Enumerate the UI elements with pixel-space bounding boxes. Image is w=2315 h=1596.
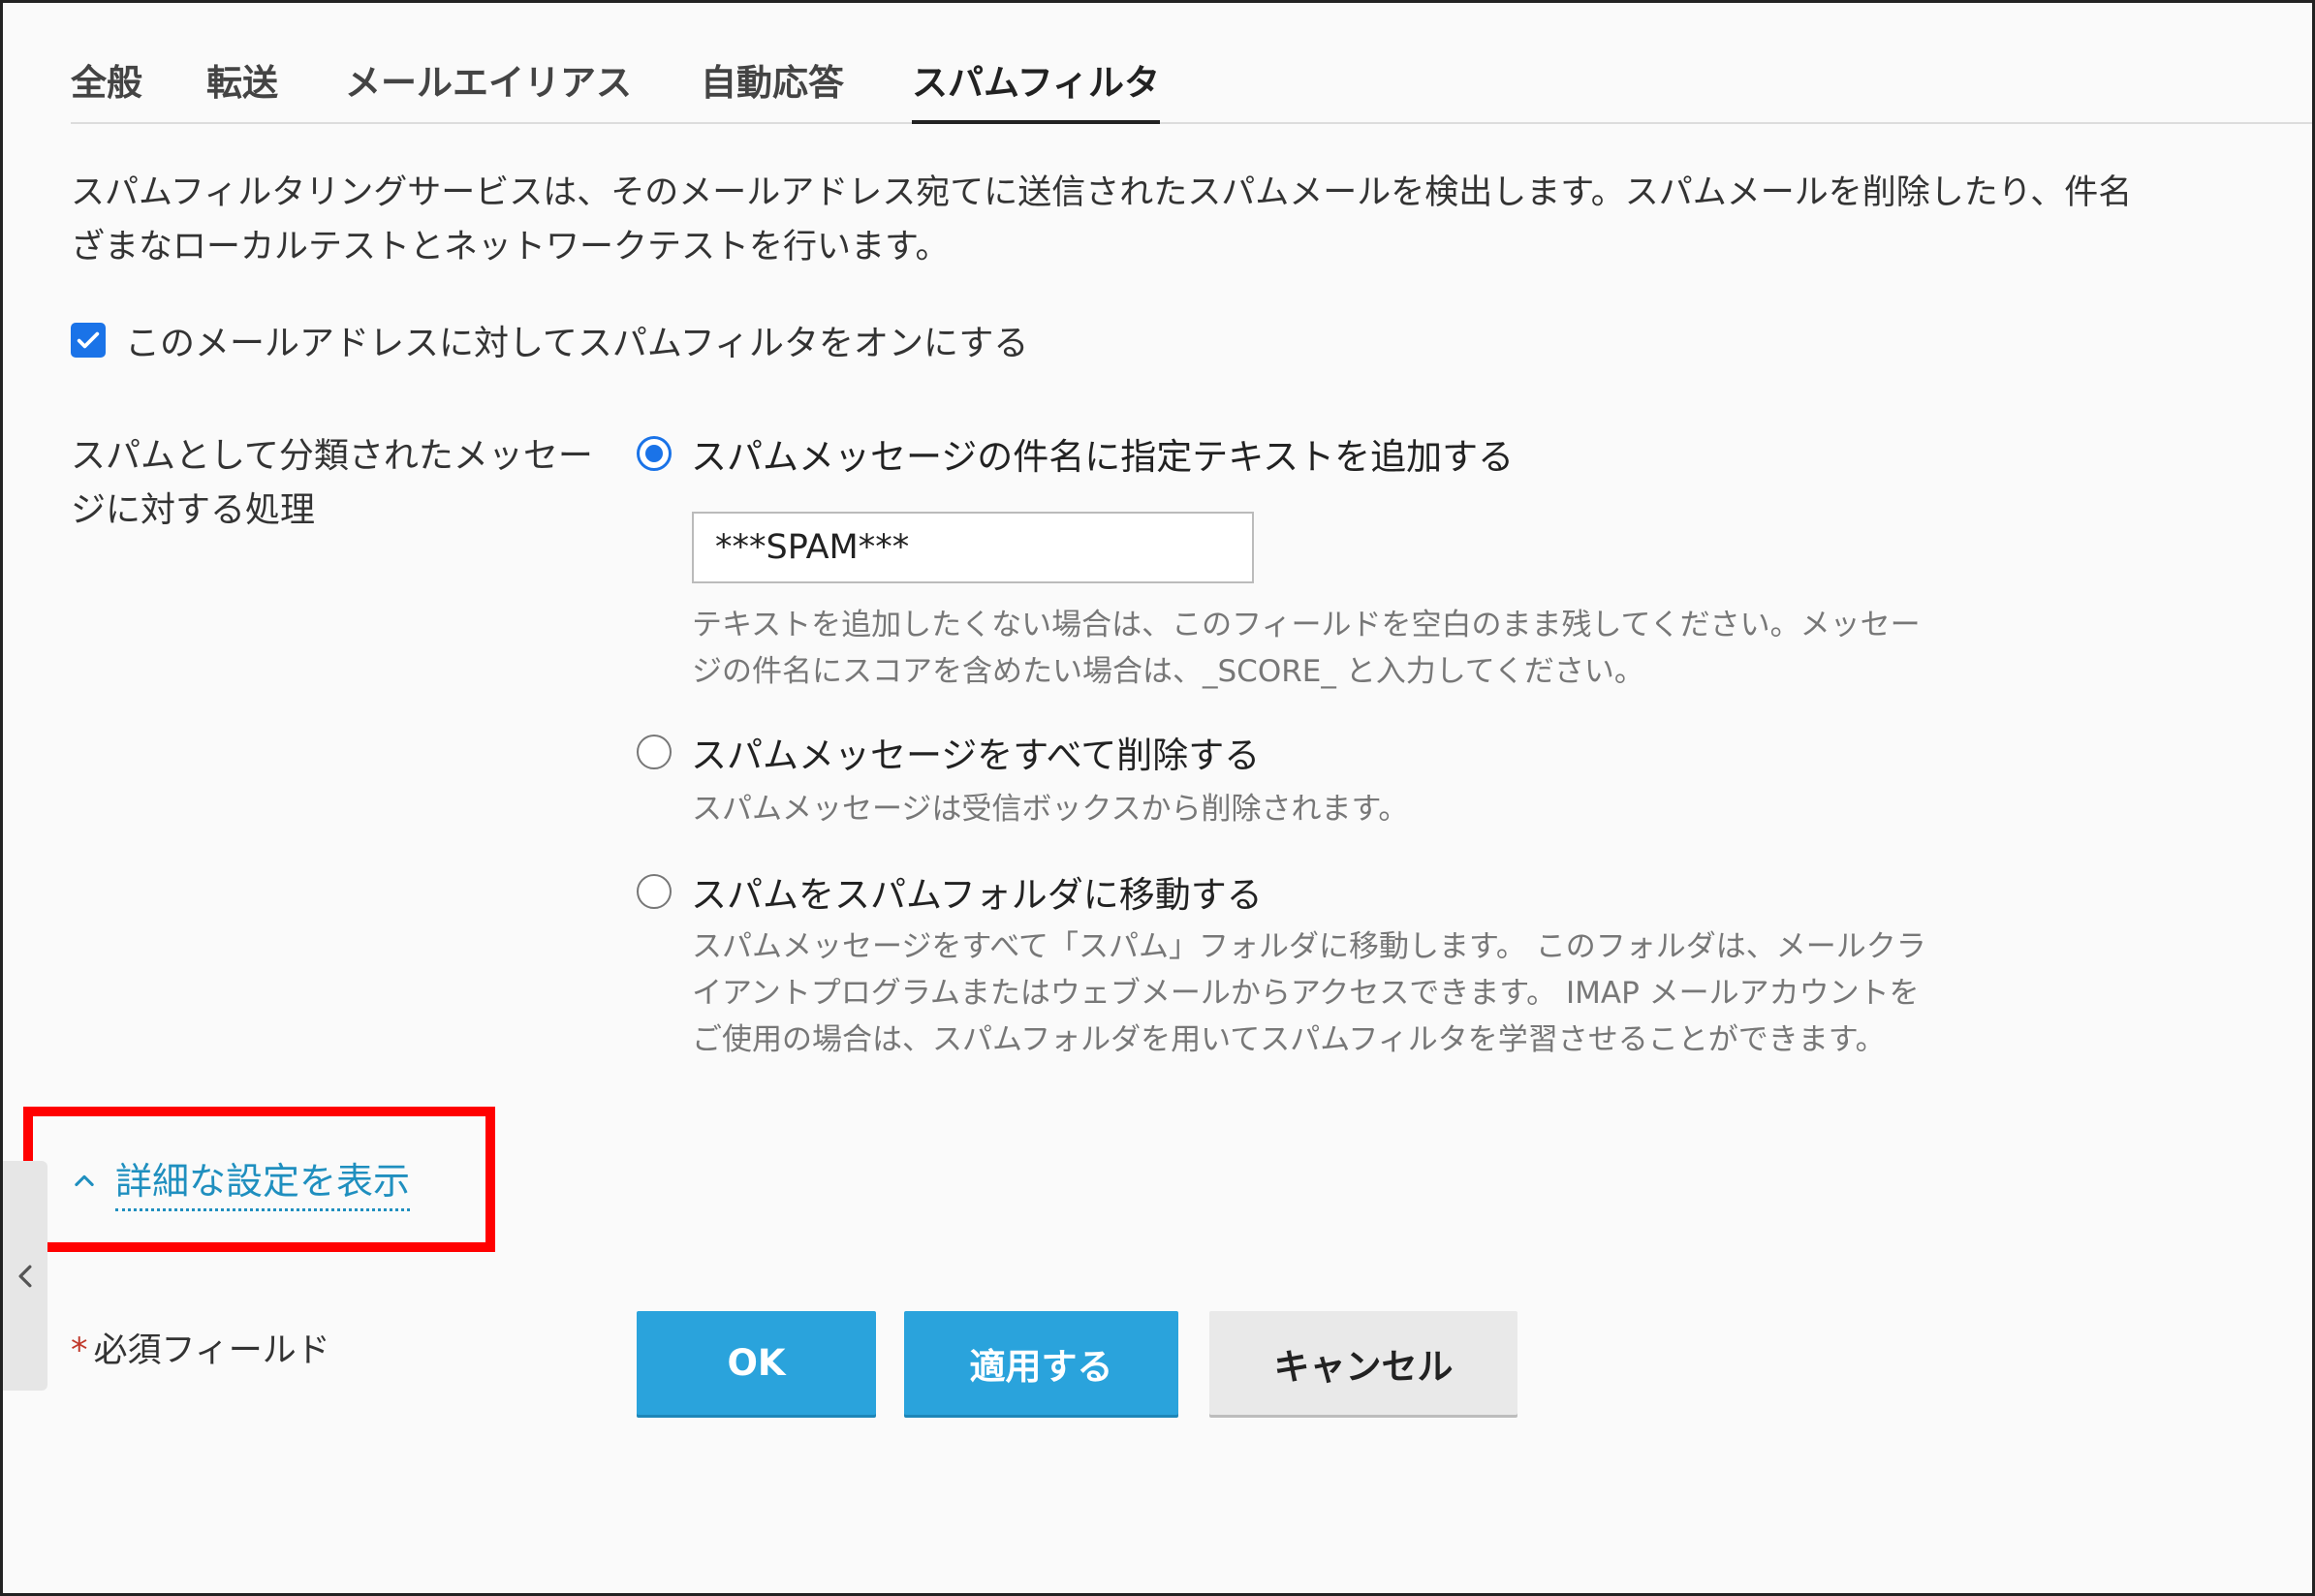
delete-all-spam-label: スパムメッセージをすべて削除する <box>691 735 1261 776</box>
ok-button[interactable]: OK <box>637 1311 876 1415</box>
delete-all-spam-help: スパムメッセージは受信ボックスから削除されます。 <box>692 786 1408 832</box>
help-line: ご使用の場合は、スパムフォルダを用いてスパムフィルタを学習させることができます。 <box>692 1022 1886 1057</box>
tab-spam-filter[interactable]: スパムフィルタ <box>912 56 1161 124</box>
add-subject-text-radio[interactable] <box>637 436 672 471</box>
annotation-highlight-box <box>23 1107 495 1252</box>
checkmark-icon <box>77 331 100 349</box>
tab-general[interactable]: 全般 <box>71 56 142 124</box>
spam-filter-description: スパムフィルタリングサービスは、そのメールアドレス宛てに送信されたスパムメールを… <box>71 166 2312 274</box>
subject-tag-input[interactable] <box>692 512 1254 583</box>
radio-dot <box>645 445 663 462</box>
move-to-spam-folder-help: スパムメッセージをすべて「スパム」フォルダに移動します。 このフォルダは、メール… <box>692 923 1926 1063</box>
delete-all-spam-radio[interactable] <box>637 735 672 769</box>
chevron-left-icon <box>18 1265 32 1287</box>
required-asterisk: * <box>71 1331 88 1370</box>
tab-auto-reply[interactable]: 自動応答 <box>701 56 844 124</box>
help-line: スパムメッセージは受信ボックスから削除されます。 <box>692 792 1409 827</box>
option-move-to-spam-folder[interactable]: スパムをスパムフォルダに移動する <box>637 867 1263 916</box>
option-add-subject-text[interactable]: スパムメッセージの件名に指定テキストを追加する <box>637 429 1514 478</box>
description-line: スパムフィルタリングサービスは、そのメールアドレス宛てに送信されたスパムメールを… <box>71 173 2133 212</box>
tab-bar: 全般 転送 メールエイリアス 自動応答 スパムフィルタ <box>71 56 2312 124</box>
enable-spam-filter-label: このメールアドレスに対してスパムフィルタをオンにする <box>125 324 1029 363</box>
help-line: イアントプログラムまたはウェブメールからアクセスできます。 IMAP メールアカ… <box>692 976 1920 1011</box>
required-fields-note: * 必須フィールド <box>71 1323 330 1372</box>
description-line: ざまなローカルテストとネットワークテストを行います。 <box>71 228 950 266</box>
move-to-spam-folder-radio[interactable] <box>637 874 672 909</box>
move-to-spam-folder-label: スパムをスパムフォルダに移動する <box>691 874 1263 916</box>
spam-action-label: スパムとして分類されたメッセージに対する処理 <box>71 436 593 530</box>
help-line: スパムメッセージをすべて「スパム」フォルダに移動します。 このフォルダは、メール… <box>692 929 1926 964</box>
enable-spam-filter-checkbox[interactable] <box>71 323 106 358</box>
tab-mail-aliases[interactable]: メールエイリアス <box>345 56 632 124</box>
required-fields-text: 必須フィールド <box>93 1331 330 1370</box>
cancel-button[interactable]: キャンセル <box>1209 1311 1517 1415</box>
add-subject-text-label: スパムメッセージの件名に指定テキストを追加する <box>691 436 1515 478</box>
enable-spam-filter-row: このメールアドレスに対してスパムフィルタをオンにする <box>71 318 1029 363</box>
tab-forwarding[interactable]: 転送 <box>206 56 278 124</box>
help-line: ジの件名にスコアを含めたい場合は、_SCORE_ と入力してください。 <box>692 654 1644 689</box>
help-line: テキストを追加したくない場合は、このフィールドを空白のまま残してください。メッセ… <box>692 608 1921 642</box>
collapse-sidebar-handle[interactable] <box>3 1161 47 1391</box>
add-subject-text-help: テキストを追加したくない場合は、このフィールドを空白のまま残してください。メッセ… <box>692 602 1921 695</box>
apply-button[interactable]: 適用する <box>904 1311 1178 1415</box>
option-delete-all-spam[interactable]: スパムメッセージをすべて削除する <box>637 728 1260 776</box>
spam-filter-settings-panel: 全般 転送 メールエイリアス 自動応答 スパムフィルタ スパムフィルタリングサー… <box>0 0 2315 1596</box>
